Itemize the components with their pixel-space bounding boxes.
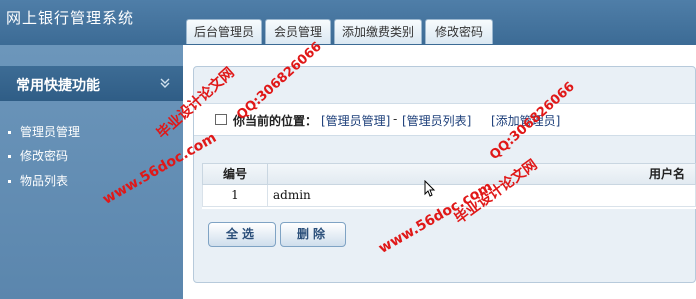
tab-change-password[interactable]: 修改密码: [425, 19, 493, 44]
breadcrumb: 你当前的位置： [管理员管理] - [管理员列表] [添加管理员]: [194, 103, 695, 136]
mouse-cursor-icon: [424, 180, 436, 197]
sidebar-item-label: 管理员管理: [20, 125, 81, 139]
sidebar-item-change-password[interactable]: 修改密码: [8, 147, 68, 164]
delete-button[interactable]: 删除: [280, 222, 346, 247]
sidebar-item-label: 修改密码: [20, 149, 69, 163]
column-header-id: 编号: [202, 163, 268, 185]
app-title: 网上银行管理系统: [6, 9, 135, 27]
sidebar-item-admin-manage[interactable]: 管理员管理: [8, 123, 80, 140]
bullet-icon: [8, 180, 11, 183]
table-cell-id: 1: [202, 185, 268, 207]
breadcrumb-separator: -: [393, 112, 398, 126]
breadcrumb-admin-list[interactable]: [管理员列表]: [402, 112, 471, 129]
sidebar-header: 常用快捷功能: [0, 66, 183, 101]
sidebar-title: 常用快捷功能: [16, 78, 100, 94]
tab-members[interactable]: 会员管理: [265, 19, 331, 44]
tab-admin[interactable]: 后台管理员: [186, 19, 262, 44]
checkbox-icon: [215, 114, 227, 125]
tab-add-fee-category[interactable]: 添加缴费类别: [334, 19, 422, 44]
sidebar-item-goods-list[interactable]: 物品列表: [8, 172, 68, 189]
bullet-icon: [8, 131, 11, 134]
breadcrumb-admin-manage[interactable]: [管理员管理]: [321, 112, 390, 129]
sidebar-item-label: 物品列表: [20, 174, 69, 188]
chevron-down-icon[interactable]: [158, 76, 172, 90]
bullet-icon: [8, 155, 11, 158]
select-all-button[interactable]: 全选: [208, 222, 276, 247]
